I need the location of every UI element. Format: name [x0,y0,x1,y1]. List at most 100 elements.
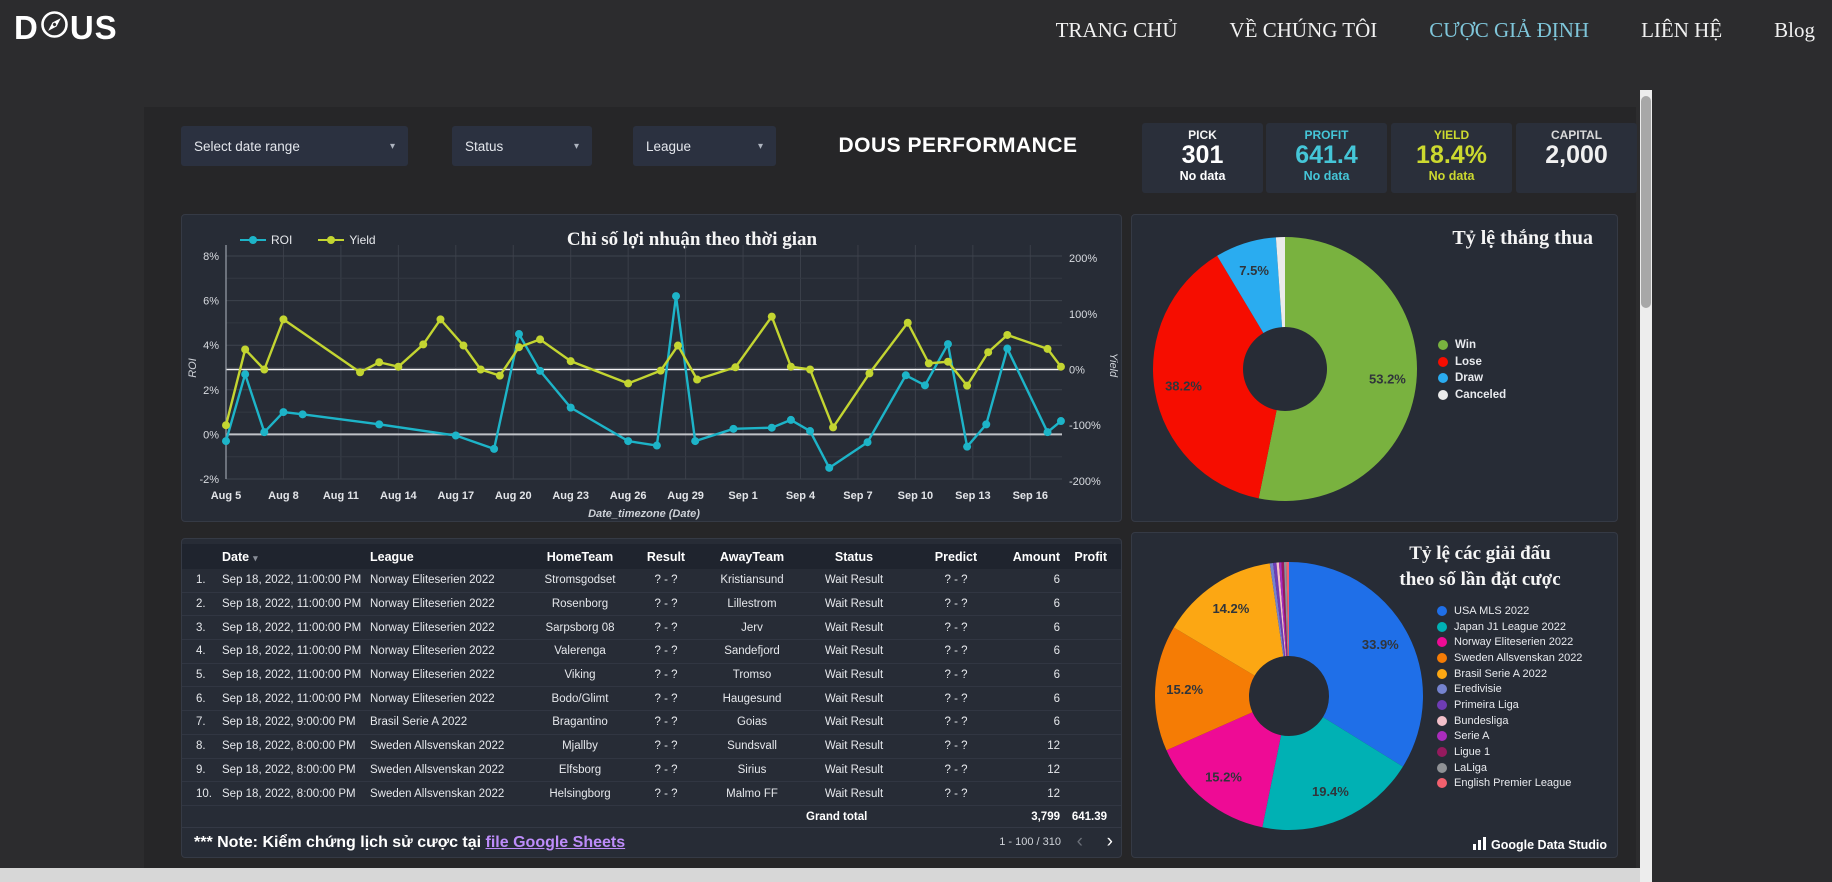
table-cell: ? - ? [944,740,968,753]
table-cell: Norway Eliteserien 2022 [370,692,495,705]
table-cell: Sep 18, 2022, 11:00:00 PM [222,692,362,705]
legend-item-japan-j1-league-2022[interactable]: Japan J1 League 2022 [1437,619,1582,635]
table-cell: 12 [1047,787,1060,800]
table-cell: 7. [196,716,206,729]
legend-label: Norway Eliteserien 2022 [1454,636,1574,649]
scrollbar-thumb[interactable] [1641,96,1651,308]
table-cell: 2. [196,598,206,611]
bets-table-panel: Date ▾ League HomeTeam Result AwayTeam Status P… [181,538,1122,858]
table-cell: ? - ? [944,645,968,658]
legend-item-sweden-allsvenskan-2022[interactable]: Sweden Allsvenskan 2022 [1437,650,1582,666]
note-row: *** Note: Kiểm chứng lịch sử cược tại fi… [182,827,1121,857]
svg-text:Aug 23: Aug 23 [552,490,589,502]
kpi-label: CAPITAL [1550,128,1603,142]
note-prefix: *** Note: Kiểm chứng lịch sử cược tại [194,833,486,851]
svg-text:15.2%: 15.2% [1166,682,1203,697]
legend-item-eredivisie[interactable]: Eredivisie [1437,681,1582,697]
table-cell: ? - ? [654,763,678,776]
column-header-amount[interactable]: Amount [1010,550,1066,564]
iframe-scrollbar[interactable] [1640,90,1652,882]
date-range-filter-label: Select date range [194,138,300,154]
svg-text:Sep 7: Sep 7 [843,490,872,502]
table-cell: ? - ? [654,645,678,658]
table-cell: Wait Result [824,740,884,753]
table-body: 1. Sep 18, 2022, 11:00:00 PM Norway Elites… [182,569,1121,806]
legend-item-lose[interactable]: Lose [1438,354,1506,371]
table-cell: Wait Result [824,598,884,611]
pagination-next-icon[interactable]: › [1107,830,1113,854]
table-cell: 9. [196,763,206,776]
nav-item-ve-chung-toi[interactable]: VỀ CHÚNG TÔI [1230,18,1378,43]
table-cell: 6 [1053,669,1060,682]
nav-item-cuoc-gia-dinh[interactable]: CƯỢC GIẢ ĐỊNH [1429,18,1589,43]
column-header-league[interactable]: League [370,550,526,564]
table-cell: Wait Result [824,763,884,776]
table-cell: Sep 18, 2022, 11:00:00 PM [222,574,362,587]
legend-item-primeira-liga[interactable]: Primeira Liga [1437,697,1582,713]
column-header-awayteam[interactable]: AwayTeam [698,550,806,564]
compass-icon [39,9,70,47]
column-header-profit[interactable]: Profit [1066,550,1113,564]
status-filter[interactable]: Status ▾ [452,126,592,166]
grand-total-cell: 641.39 [1071,811,1107,824]
legend-dot [1438,389,1448,400]
legend-label: LaLiga [1454,761,1488,774]
svg-text:Aug 17: Aug 17 [437,490,474,502]
legend-item-brasil-serie-a-2022[interactable]: Brasil Serie A 2022 [1437,666,1582,682]
svg-text:14.2%: 14.2% [1212,601,1249,616]
legend-item-serie-a[interactable]: Serie A [1437,729,1582,745]
table-cell: Sep 18, 2022, 11:00:00 PM [222,621,362,634]
table-cell: Goias [736,716,768,729]
table-cell: 12 [1047,740,1060,753]
legend-item-ligue-1[interactable]: Ligue 1 [1437,744,1582,760]
nav-item-lien-he[interactable]: LIÊN HỆ [1641,18,1722,43]
grand-total-row: Grand total 3,799 641.39 [182,806,1121,829]
table-cell: Mjallby [562,740,598,753]
legend-item-english-premier-league[interactable]: English Premier League [1437,776,1582,792]
column-header-date[interactable]: Date ▾ [222,550,370,564]
legend-item-win[interactable]: Win [1438,337,1506,354]
table-cell: 6 [1053,716,1060,729]
column-header-hometeam[interactable]: HomeTeam [526,550,634,564]
table-cell: Norway Eliteserien 2022 [370,669,495,682]
legend-label: Win [1455,339,1476,352]
table-cell: Sirius [737,763,767,776]
table-cell: Lillestrom [727,598,777,611]
svg-text:ROI: ROI [187,358,199,378]
legend-dot [1437,621,1447,632]
legend-item-bundesliga[interactable]: Bundesliga [1437,713,1582,729]
column-header-result[interactable]: Result [634,550,698,564]
sort-descending-icon: ▾ [253,552,258,563]
legend-label: Canceled [1455,388,1507,401]
nav-menu: TRANG CHỦ VỀ CHÚNG TÔI CƯỢC GIẢ ĐỊNH LIÊ… [1056,0,1815,60]
nav-item-blog[interactable]: Blog [1774,18,1815,43]
table-cell: Sep 18, 2022, 8:00:00 PM [222,763,356,776]
google-sheets-link[interactable]: file Google Sheets [486,834,626,851]
roi-yield-line-chart-panel: Chỉ số lợi nhuận theo thời gian ROI Yield… [181,214,1122,522]
table-cell: Haugesund [722,692,782,705]
svg-text:100%: 100% [1069,309,1097,321]
table-cell: Sandefjord [724,645,780,658]
legend-item-laliga[interactable]: LaLiga [1437,760,1582,776]
legend-item-draw[interactable]: Draw [1438,370,1506,387]
date-range-filter[interactable]: Select date range ▾ [181,126,408,166]
pagination-prev-icon[interactable]: ‹ [1077,830,1083,854]
league-filter[interactable]: League ▾ [633,126,776,166]
table-cell: Brasil Serie A 2022 [370,716,468,729]
table-cell: ? - ? [944,692,968,705]
legend-label: Ligue 1 [1454,746,1491,759]
table-cell: Wait Result [824,692,884,705]
legend-item-norway-eliteserien-2022[interactable]: Norway Eliteserien 2022 [1437,634,1582,650]
table-row: 7. Sep 18, 2022, 9:00:00 PM Brasil Serie A… [182,711,1121,735]
legend-dot [1437,778,1447,789]
table-cell: ? - ? [944,669,968,682]
kpi-subtext: No data [1303,169,1350,183]
nav-item-trang-chu[interactable]: TRANG CHỦ [1056,18,1178,43]
donut1-legend: Win Lose Draw Canceled [1438,337,1506,403]
legend-item-usa-mls-2022[interactable]: USA MLS 2022 [1437,603,1582,619]
column-header-status[interactable]: Status [806,550,902,564]
dous-logo[interactable]: D US [14,9,118,47]
legend-item-canceled[interactable]: Canceled [1438,387,1506,404]
table-cell: Wait Result [824,716,884,729]
column-header-predict[interactable]: Predict [902,550,1010,564]
